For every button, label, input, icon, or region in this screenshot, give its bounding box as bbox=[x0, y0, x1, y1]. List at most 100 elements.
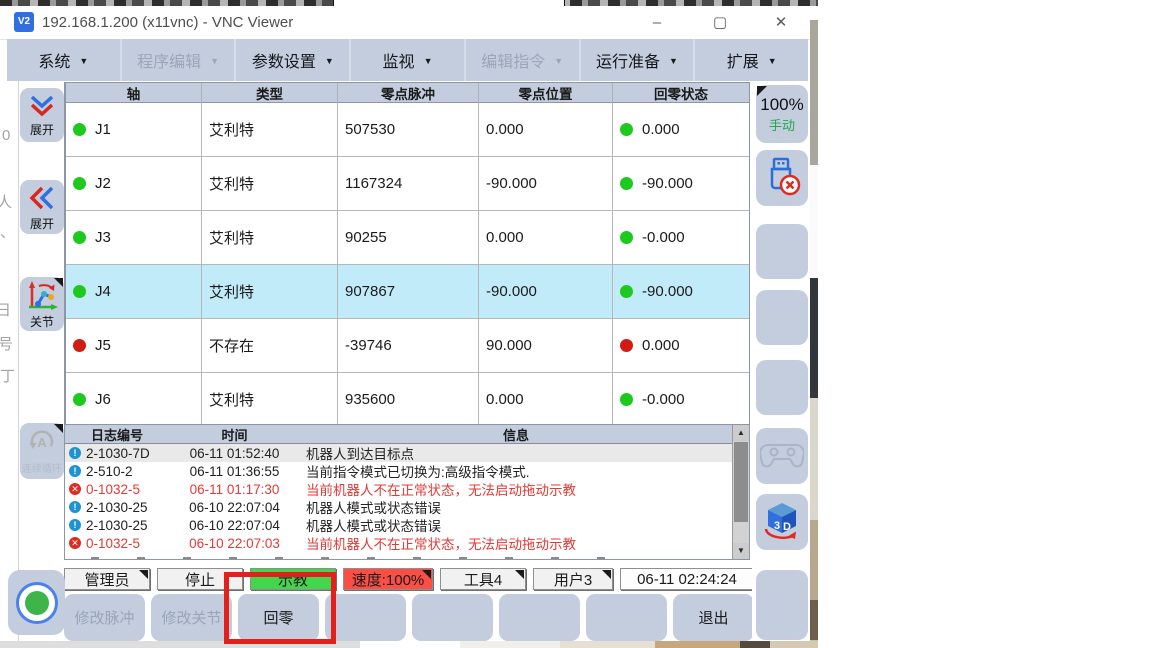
table-row[interactable]: J6艾利特9356000.000-0.000 bbox=[66, 373, 749, 426]
blank-b-button[interactable] bbox=[756, 290, 808, 345]
table-row[interactable]: J2艾利特1167324-90.000-90.000 bbox=[66, 157, 749, 211]
status-speed[interactable]: 速度:100% bbox=[343, 568, 433, 590]
cell-pulse: 907867 bbox=[338, 265, 479, 318]
column-header: 零点脉冲 bbox=[338, 83, 479, 103]
log-time: 06-10 22:07:03 bbox=[169, 536, 300, 551]
error-icon: ✕ bbox=[69, 537, 81, 549]
photo-fragment bbox=[460, 641, 560, 648]
log-row[interactable]: ✕0-1032-506-11 01:17:30当前机器人不在正常状态，无法启动拖… bbox=[65, 480, 732, 498]
log-panel: 日志编号时间信息 !2-1030-7D06-11 01:52:40机器人到达目标… bbox=[64, 424, 750, 560]
menu-item-1[interactable]: 系统▼ bbox=[7, 39, 122, 81]
menu-item-6[interactable]: 运行准备▼ bbox=[581, 39, 696, 81]
cell-position: 90.000 bbox=[479, 319, 613, 372]
background-text-fragment: 丁 bbox=[0, 365, 15, 386]
log-row[interactable]: !2-510-206-11 01:36:55当前指令模式已切换为:高级指令模式. bbox=[65, 462, 732, 480]
cell-axis: J2 bbox=[66, 157, 202, 210]
log-time: 06-11 01:36:55 bbox=[169, 464, 300, 479]
usb-button[interactable] bbox=[756, 150, 808, 206]
photo-fragment bbox=[810, 398, 818, 520]
table-row[interactable]: J1艾利特5075300.0000.000 bbox=[66, 103, 749, 157]
photo-fragment bbox=[810, 278, 818, 398]
photo-fragment bbox=[740, 641, 770, 648]
home-value: 0.000 bbox=[642, 121, 680, 138]
blank-1-button[interactable] bbox=[325, 594, 406, 641]
cell-pulse: 1167324 bbox=[338, 157, 479, 210]
blank-d-button[interactable] bbox=[756, 570, 808, 640]
modify-joint-button[interactable]: 修改关节 bbox=[151, 594, 232, 641]
exit-button[interactable]: 退出 bbox=[673, 594, 754, 641]
view-3d-button[interactable]: 3D bbox=[756, 494, 808, 550]
joint-button[interactable]: 关节 bbox=[20, 277, 64, 331]
cell-pulse: 90255 bbox=[338, 211, 479, 264]
status-dot bbox=[73, 393, 86, 406]
expand-down-button[interactable]: 展开 bbox=[20, 88, 64, 142]
log-id: 0-1032-5 bbox=[86, 482, 140, 497]
status-dot bbox=[73, 231, 86, 244]
axis-table-header: 轴类型零点脉冲零点位置回零状态 bbox=[66, 83, 749, 103]
axis-label: J3 bbox=[95, 229, 111, 246]
log-row[interactable]: !2-1030-2506-10 22:07:04机器人模式或状态错误 bbox=[65, 498, 732, 516]
blank-4-button[interactable] bbox=[586, 594, 667, 641]
status-user-role-label: 管理员 bbox=[84, 569, 129, 590]
window-title: 192.168.1.200 (x11vnc) - VNC Viewer bbox=[42, 14, 293, 31]
log-time: 06-11 01:52:40 bbox=[169, 446, 300, 461]
log-message: 机器人到达目标点 bbox=[300, 443, 732, 463]
blank-c-button[interactable] bbox=[756, 360, 808, 415]
minimize-button[interactable]: – bbox=[640, 10, 674, 36]
speed-mode-button[interactable]: 100%手动 bbox=[756, 85, 808, 143]
table-row[interactable]: J3艾利特902550.000-0.000 bbox=[66, 211, 749, 265]
status-tool[interactable]: 工具4 bbox=[440, 568, 526, 590]
home-value: -0.000 bbox=[642, 391, 685, 408]
log-time: 06-11 01:17:30 bbox=[169, 482, 300, 497]
scroll-up-icon[interactable]: ▲ bbox=[733, 425, 749, 441]
blank-3-button[interactable] bbox=[499, 594, 580, 641]
screen: V2 192.168.1.200 (x11vnc) - VNC Viewer –… bbox=[0, 0, 1152, 648]
table-row[interactable]: J5不存在-3974690.0000.000 bbox=[66, 319, 749, 373]
status-dot bbox=[620, 393, 633, 406]
log-id-cell: ✕ 0-1032-5 bbox=[65, 482, 169, 497]
log-table-header: 日志编号时间信息 bbox=[65, 425, 732, 444]
menu-item-2[interactable]: 程序编辑▼ bbox=[122, 39, 237, 81]
menu-item-7[interactable]: 扩展▼ bbox=[695, 39, 808, 81]
cell-position: 0.000 bbox=[479, 103, 613, 156]
annotation-box bbox=[224, 572, 336, 644]
log-row[interactable]: !2-1030-7D06-11 01:52:40机器人到达目标点 bbox=[65, 444, 732, 462]
vnc-titlebar[interactable]: V2 192.168.1.200 (x11vnc) - VNC Viewer –… bbox=[0, 6, 818, 40]
log-row[interactable]: ✕0-1032-506-10 22:07:03当前机器人不在正常状态，无法启动拖… bbox=[65, 534, 732, 552]
button-label: 关节 bbox=[30, 316, 54, 329]
log-id-cell: !2-1030-7D bbox=[65, 446, 169, 461]
expand-left-button[interactable]: 展开 bbox=[20, 180, 64, 234]
menu-item-3[interactable]: 参数设置▼ bbox=[236, 39, 351, 81]
maximize-button[interactable]: ▢ bbox=[703, 10, 737, 36]
blank-a-button[interactable] bbox=[756, 224, 808, 279]
log-row[interactable]: !2-1030-2506-10 22:07:04机器人模式或状态错误 bbox=[65, 516, 732, 534]
status-user-frame[interactable]: 用户3 bbox=[533, 568, 613, 590]
table-row[interactable]: J4艾利特907867-90.000-90.000 bbox=[66, 265, 749, 319]
close-button[interactable]: ✕ bbox=[764, 10, 798, 36]
axis-label: J5 bbox=[95, 337, 111, 354]
error-icon: ✕ bbox=[69, 483, 81, 495]
continuous-loop-button[interactable]: A连续循环 bbox=[20, 423, 64, 479]
info-icon: ! bbox=[69, 465, 81, 477]
status-user-role[interactable]: 管理员 bbox=[64, 568, 150, 590]
menu-item-4[interactable]: 监视▼ bbox=[351, 39, 466, 81]
log-message: 当前机器人不在正常状态，无法启动拖动示教 bbox=[300, 533, 732, 553]
menu-item-5[interactable]: 编辑指令▼ bbox=[466, 39, 581, 81]
log-scrollbar[interactable]: ▲ ▼ bbox=[732, 425, 749, 559]
robot-joint-icon bbox=[25, 280, 59, 315]
cell-position: -90.000 bbox=[479, 157, 613, 210]
record-button[interactable] bbox=[8, 570, 65, 635]
vnc-logo-icon: V2 bbox=[14, 12, 34, 32]
status-tool-label: 工具4 bbox=[464, 569, 502, 590]
scrollbar-thumb[interactable] bbox=[734, 442, 748, 522]
blank-2-button[interactable] bbox=[412, 594, 493, 641]
gamepad-button[interactable] bbox=[756, 428, 808, 484]
status-datetime[interactable]: 06-11 02:24:24 bbox=[620, 568, 754, 590]
scroll-down-icon[interactable]: ▼ bbox=[733, 543, 749, 559]
home-value: -90.000 bbox=[642, 283, 693, 300]
menu-item-label: 程序编辑 bbox=[137, 48, 201, 72]
svg-text:D: D bbox=[783, 521, 791, 533]
cell-type: 艾利特 bbox=[202, 157, 338, 210]
mode-label: 手动 bbox=[769, 115, 795, 134]
modify-pulse-button[interactable]: 修改脉冲 bbox=[64, 594, 145, 641]
